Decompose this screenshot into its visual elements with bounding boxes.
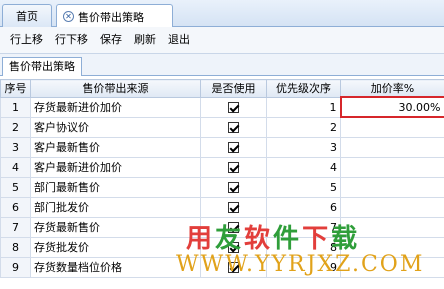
row-used-cell[interactable] xyxy=(200,196,267,218)
close-icon[interactable]: ✕ xyxy=(63,11,74,22)
col-header-seq[interactable]: 序号 xyxy=(0,79,31,98)
refresh-button[interactable]: 刷新 xyxy=(128,29,162,51)
row-seq-cell: 5 xyxy=(0,176,31,198)
subtab-bar: 售价带出策略 xyxy=(0,54,444,76)
tab-home-label: 首页 xyxy=(16,10,38,23)
table-row[interactable]: 5 部门最新售价 5 xyxy=(0,176,444,198)
col-header-priority[interactable]: 优先级次序 xyxy=(266,79,341,98)
row-used-cell[interactable] xyxy=(200,156,267,178)
row-priority-cell[interactable]: 6 xyxy=(266,196,341,218)
row-source-cell[interactable]: 客户最新进价加价 xyxy=(30,156,201,178)
tab-home[interactable]: 首页 xyxy=(2,4,52,27)
tab-price-strategy[interactable]: ✕ 售价带出策略 xyxy=(56,4,173,28)
row-source-cell[interactable]: 客户协议价 xyxy=(30,116,201,138)
row-source-cell[interactable]: 存货最新售价 xyxy=(30,216,201,238)
watermark-char: 下 xyxy=(302,224,332,254)
toolbar: 行上移 行下移 保存 刷新 退出 xyxy=(0,27,444,54)
table-row[interactable]: 4 客户最新进价加价 4 xyxy=(0,156,444,178)
watermark-char: 软 xyxy=(244,224,274,254)
row-priority-cell[interactable]: 3 xyxy=(266,136,341,158)
row-used-cell[interactable] xyxy=(200,176,267,198)
row-priority-cell[interactable]: 4 xyxy=(266,156,341,178)
row-source-cell[interactable]: 部门最新售价 xyxy=(30,176,201,198)
row-priority-cell[interactable]: 2 xyxy=(266,116,341,138)
row-priority-cell[interactable]: 1 xyxy=(266,96,341,118)
table-header-row: 序号 售价带出来源 是否使用 优先级次序 加价率% xyxy=(0,79,444,98)
watermark: 用友软件下载 WWW.YYRJXZ.COM xyxy=(176,218,422,278)
row-seq-cell: 3 xyxy=(0,136,31,158)
row-used-cell[interactable] xyxy=(200,136,267,158)
exit-button[interactable]: 退出 xyxy=(162,29,196,51)
used-checkbox[interactable] xyxy=(228,122,239,133)
watermark-cn-text: 用友软件下载 xyxy=(186,218,360,255)
row-rate-cell[interactable] xyxy=(340,116,444,138)
row-rate-cell[interactable]: 30.00% xyxy=(339,96,444,118)
row-rate-cell[interactable] xyxy=(340,176,444,198)
row-source-cell[interactable]: 存货数量档位价格 xyxy=(30,256,201,278)
watermark-char: 用 xyxy=(186,224,216,254)
used-checkbox[interactable] xyxy=(228,162,239,173)
used-checkbox[interactable] xyxy=(228,182,239,193)
watermark-char: 件 xyxy=(273,224,303,254)
row-seq-cell: 2 xyxy=(0,116,31,138)
watermark-char: 友 xyxy=(215,224,245,254)
row-used-cell[interactable] xyxy=(200,96,267,118)
table-row[interactable]: 1 存货最新进价加价 1 30.00% xyxy=(0,96,444,118)
used-checkbox[interactable] xyxy=(228,142,239,153)
row-source-cell[interactable]: 部门批发价 xyxy=(30,196,201,218)
tab-price-strategy-label: 售价带出策略 xyxy=(78,10,144,24)
row-rate-cell[interactable] xyxy=(340,156,444,178)
col-header-used[interactable]: 是否使用 xyxy=(200,79,267,98)
save-button[interactable]: 保存 xyxy=(94,29,128,51)
used-checkbox[interactable] xyxy=(228,202,239,213)
row-source-cell[interactable]: 客户最新售价 xyxy=(30,136,201,158)
subtab-price-strategy[interactable]: 售价带出策略 xyxy=(2,57,82,76)
row-seq-cell: 9 xyxy=(0,256,31,278)
move-up-button[interactable]: 行上移 xyxy=(4,29,49,51)
row-priority-cell[interactable]: 5 xyxy=(266,176,341,198)
move-down-button[interactable]: 行下移 xyxy=(49,29,94,51)
table-row[interactable]: 6 部门批发价 6 xyxy=(0,196,444,218)
row-source-cell[interactable]: 存货最新进价加价 xyxy=(30,96,201,118)
row-used-cell[interactable] xyxy=(200,116,267,138)
row-source-cell[interactable]: 存货批发价 xyxy=(30,236,201,258)
used-checkbox[interactable] xyxy=(228,102,239,113)
row-seq-cell: 6 xyxy=(0,196,31,218)
row-rate-cell[interactable] xyxy=(340,196,444,218)
row-seq-cell: 8 xyxy=(0,236,31,258)
row-seq-cell: 7 xyxy=(0,216,31,238)
tab-bar: 首页 ✕ 售价带出策略 xyxy=(0,0,444,28)
table-row[interactable]: 3 客户最新售价 3 xyxy=(0,136,444,158)
table-row[interactable]: 2 客户协议价 2 xyxy=(0,116,444,138)
col-header-rate[interactable]: 加价率% xyxy=(340,79,444,98)
row-seq-cell: 4 xyxy=(0,156,31,178)
row-rate-cell[interactable] xyxy=(340,136,444,158)
watermark-url: WWW.YYRJXZ.COM xyxy=(176,252,425,277)
watermark-char: 载 xyxy=(331,224,361,254)
col-header-source[interactable]: 售价带出来源 xyxy=(30,79,201,98)
row-seq-cell: 1 xyxy=(0,96,31,118)
